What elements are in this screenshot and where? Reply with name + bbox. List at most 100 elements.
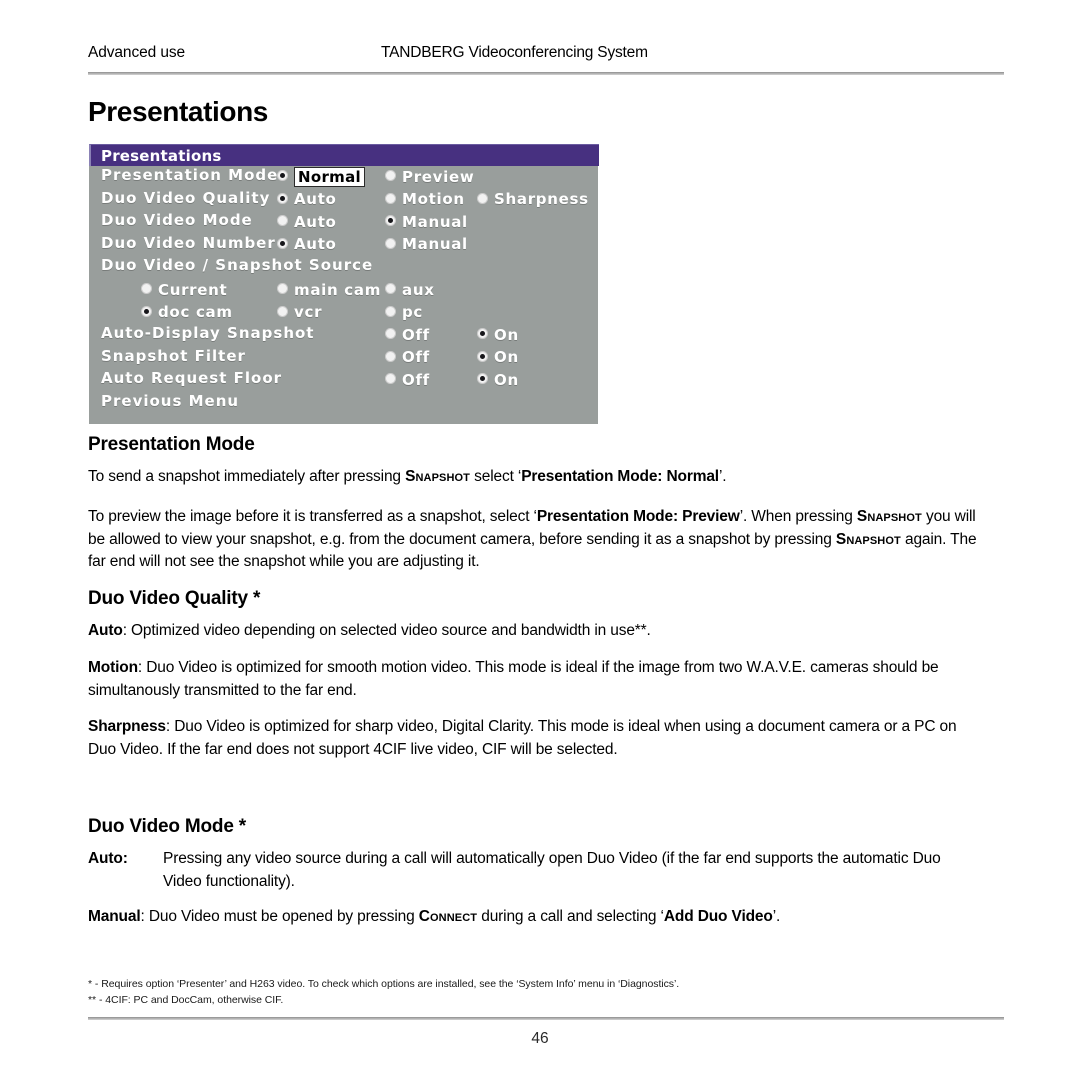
radio-unselected-icon[interactable]	[277, 305, 288, 317]
osd-menu-row[interactable]: Current main cam aux	[89, 279, 599, 301]
header-left-text: Advanced use	[88, 44, 186, 61]
osd-option-on[interactable]: On	[477, 324, 519, 344]
osd-option-label: Current	[158, 280, 228, 299]
header-center-text: TANDBERG Videoconferencing System	[381, 44, 648, 61]
paragraph-duo-mode-manual: Manual: Duo Video must be opened by pres…	[88, 906, 978, 929]
text-run: ’.	[718, 468, 727, 485]
osd-menu-row[interactable]: Duo Video / Snapshot Source	[89, 256, 599, 278]
osd-option-label: Sharpness	[494, 190, 589, 209]
text-run: ’. When pressing	[739, 508, 857, 525]
radio-unselected-icon[interactable]	[277, 283, 288, 294]
radio-selected-icon[interactable]	[477, 328, 488, 340]
emphasis: Add Duo Video	[663, 908, 773, 925]
osd-option-auto[interactable]: Auto	[277, 234, 337, 254]
page-title: Presentations	[88, 96, 268, 127]
term-auto: Auto	[88, 622, 123, 639]
footnote-1: * - Requires option ‘Presenter’ and H263…	[88, 978, 680, 990]
text-run: Pressing any video source during a call …	[163, 850, 941, 890]
radio-unselected-icon[interactable]	[385, 305, 396, 317]
osd-option-pc[interactable]: pc	[385, 302, 423, 322]
radio-unselected-icon[interactable]	[477, 192, 488, 204]
paragraph-duo-mode-auto: Auto: Pressing any video source during a…	[88, 848, 978, 893]
osd-menu-row[interactable]: Duo Video Mode Auto Manual	[89, 211, 599, 233]
osd-titlebar: Presentations	[89, 144, 599, 166]
footnote-2: ** - 4CIF: PC and DocCam, otherwise CIF.	[88, 994, 284, 1006]
osd-option-on[interactable]: On	[477, 369, 519, 389]
osd-row-label: Previous Menu	[101, 392, 240, 410]
osd-option-current[interactable]: Current	[141, 279, 227, 299]
paragraph-duo-quality-sharpness: Sharpness: Duo Video is optimized for sh…	[88, 716, 978, 761]
osd-option-motion[interactable]: Motion	[385, 189, 465, 209]
osd-option-on[interactable]: On	[477, 347, 519, 367]
osd-option-label: main cam	[294, 280, 382, 299]
radio-unselected-icon[interactable]	[385, 283, 396, 294]
osd-option-label: Motion	[402, 190, 465, 209]
paragraph-duo-quality-auto: Auto: Optimized video depending on selec…	[88, 620, 978, 643]
osd-option-label: Manual	[402, 212, 468, 231]
osd-option-manual[interactable]: Manual	[385, 234, 468, 254]
osd-option-preview[interactable]: Preview	[385, 166, 474, 186]
radio-selected-icon[interactable]	[277, 237, 288, 249]
radio-selected-icon[interactable]	[477, 350, 488, 362]
osd-menu-body: Presentation Mode Normal Preview Duo Video …	[89, 166, 599, 424]
radio-selected-icon[interactable]	[385, 215, 396, 227]
running-header: Advanced use TANDBERG Videoconferencing …	[88, 44, 1004, 68]
osd-row-label: Presentation Mode	[101, 166, 279, 184]
osd-option-label: On	[494, 325, 519, 344]
osd-option-off[interactable]: Off	[385, 347, 430, 367]
osd-menu-row[interactable]: Previous Menu	[89, 392, 599, 414]
osd-option-doc-cam[interactable]: doc cam	[141, 302, 233, 322]
radio-selected-icon[interactable]	[141, 305, 152, 317]
osd-option-vcr[interactable]: vcr	[277, 302, 322, 322]
osd-option-off[interactable]: Off	[385, 369, 430, 389]
osd-option-normal[interactable]: Normal	[277, 166, 365, 187]
radio-selected-icon[interactable]	[277, 170, 288, 181]
osd-option-label: Preview	[402, 167, 475, 186]
text-run: select ‘	[469, 468, 522, 485]
osd-option-auto[interactable]: Auto	[277, 189, 337, 209]
radio-unselected-icon[interactable]	[385, 237, 396, 249]
osd-menu-row[interactable]: Presentation Mode Normal Preview	[89, 166, 599, 188]
term-sharpness: Sharpness	[88, 718, 166, 735]
osd-option-label: Off	[402, 370, 430, 389]
osd-row-label: Snapshot Filter	[101, 346, 246, 365]
footer-divider	[88, 1017, 1004, 1020]
osd-menu-row[interactable]: Duo Video Quality Auto Motion Sharpness	[89, 189, 599, 211]
heading-duo-video-mode: Duo Video Mode *	[88, 816, 246, 837]
osd-option-off[interactable]: Off	[385, 324, 430, 344]
text-run: : Duo Video is optimized for sharp video…	[88, 718, 957, 758]
osd-menu-row[interactable]: Duo Video Number Auto Manual	[89, 234, 599, 256]
radio-selected-icon[interactable]	[477, 373, 488, 385]
osd-menu-row[interactable]: Auto-Display Snapshot Off On	[89, 324, 599, 346]
osd-menu-row[interactable]: Auto Request Floor Off On	[89, 369, 599, 391]
radio-unselected-icon[interactable]	[385, 328, 396, 340]
heading-duo-video-quality: Duo Video Quality *	[88, 588, 261, 609]
radio-unselected-icon[interactable]	[141, 283, 152, 294]
text-run: To send a snapshot immediately after pre…	[88, 468, 406, 485]
text-run: ’.	[772, 908, 781, 925]
key-snapshot: Snapshot	[835, 530, 901, 548]
radio-unselected-icon[interactable]	[385, 170, 396, 181]
radio-selected-icon[interactable]	[277, 192, 288, 204]
osd-row-label: Duo Video Mode	[101, 211, 253, 230]
radio-unselected-icon[interactable]	[385, 192, 396, 204]
osd-option-label: aux	[402, 280, 435, 299]
radio-unselected-icon[interactable]	[277, 215, 288, 227]
radio-unselected-icon[interactable]	[385, 373, 396, 385]
osd-row-label: Duo Video Quality	[101, 188, 271, 207]
text-run: : Duo Video is optimized for smooth moti…	[88, 659, 939, 699]
osd-menu-row[interactable]: Snapshot Filter Off On	[89, 347, 599, 369]
osd-row-label: Duo Video / Snapshot Source	[101, 256, 374, 275]
osd-option-auto[interactable]: Auto	[277, 211, 337, 231]
osd-option-manual[interactable]: Manual	[385, 211, 468, 231]
osd-option-main-cam[interactable]: main cam	[277, 279, 381, 299]
key-connect: Connect	[418, 908, 478, 925]
osd-menu-row[interactable]: doc cam vcr pc	[89, 302, 599, 324]
osd-option-aux[interactable]: aux	[385, 279, 435, 299]
osd-row-label: Duo Video Number	[101, 233, 276, 252]
term-auto: Auto:	[88, 850, 128, 867]
osd-option-sharpness[interactable]: Sharpness	[477, 189, 589, 209]
document-page: Advanced use TANDBERG Videoconferencing …	[0, 0, 1080, 1080]
radio-unselected-icon[interactable]	[385, 350, 396, 362]
osd-option-label: Auto	[294, 212, 337, 231]
